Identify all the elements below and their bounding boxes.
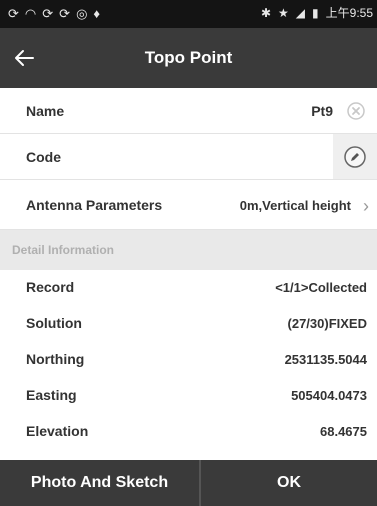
page-title: Topo Point: [144, 48, 233, 67]
signal-icon: ◢: [295, 6, 306, 20]
title-bar: Topo Point: [0, 28, 377, 88]
target-icon: ◎: [76, 6, 88, 21]
wifi-icon: ◠: [24, 6, 37, 21]
status-notifications: ⟳ ◠ ⟳ ⟳ ◎ ♦: [8, 6, 100, 21]
chevron-right-icon: ›: [363, 196, 369, 216]
code-label: Code: [26, 149, 61, 165]
status-time: 上午9:55: [325, 6, 373, 20]
section-title: Detail Information: [12, 243, 115, 257]
detail-row-solution: Solution (27/30)FIXED: [0, 306, 377, 340]
code-edit-button[interactable]: [333, 134, 377, 179]
detail-label: Record: [26, 279, 75, 295]
location-pin-icon: ♦: [93, 6, 101, 21]
antenna-value: 0m,Vertical height: [239, 198, 351, 213]
name-input[interactable]: Pt9: [311, 103, 333, 119]
detail-label: Northing: [26, 351, 85, 367]
detail-row-elevation: Elevation 68.4675: [0, 414, 377, 448]
ok-button[interactable]: OK: [201, 460, 377, 506]
clear-circle-icon[interactable]: [347, 102, 365, 120]
battery-icon: ▮: [312, 6, 319, 20]
detail-section-header: Detail Information: [0, 230, 377, 270]
sync-icon: ⟳: [42, 6, 54, 21]
detail-row-record: Record <1/1>Collected: [0, 270, 377, 304]
photo-and-sketch-button[interactable]: Photo And Sketch: [0, 460, 199, 506]
detail-value: <1/1>Collected: [275, 280, 367, 295]
detail-value: 68.4675: [320, 424, 367, 439]
status-system: ✱ ★ ◢ ▮ 上午9:55: [261, 6, 373, 21]
bluetooth-icon: ✱: [260, 6, 272, 20]
name-field-row[interactable]: Name Pt9: [0, 88, 377, 134]
code-field-row[interactable]: Code: [0, 134, 377, 180]
edit-pen-icon: [344, 145, 366, 168]
bottom-action-bar: Photo And Sketch OK: [0, 460, 377, 506]
sync-icon: ⟳: [59, 6, 71, 21]
name-label: Name: [26, 103, 65, 119]
detail-value: 505404.0473: [291, 388, 367, 403]
detail-row-easting: Easting 505404.0473: [0, 378, 377, 412]
antenna-label: Antenna Parameters: [26, 197, 163, 213]
sync-icon: ⟳: [8, 6, 19, 21]
detail-value: 2531135.5044: [284, 352, 367, 367]
status-bar: ⟳ ◠ ⟳ ⟳ ◎ ♦ ✱ ★ ◢ ▮ 上午9:55: [0, 0, 377, 28]
antenna-parameters-row[interactable]: Antenna Parameters 0m,Vertical height ›: [0, 180, 377, 230]
detail-row-northing: Northing 2531135.5044: [0, 342, 377, 376]
detail-label: Elevation: [26, 423, 89, 439]
detail-label: Easting: [26, 387, 77, 403]
detail-value: (27/30)FIXED: [287, 316, 367, 331]
star-icon: ★: [278, 6, 289, 20]
detail-label: Solution: [26, 315, 82, 331]
